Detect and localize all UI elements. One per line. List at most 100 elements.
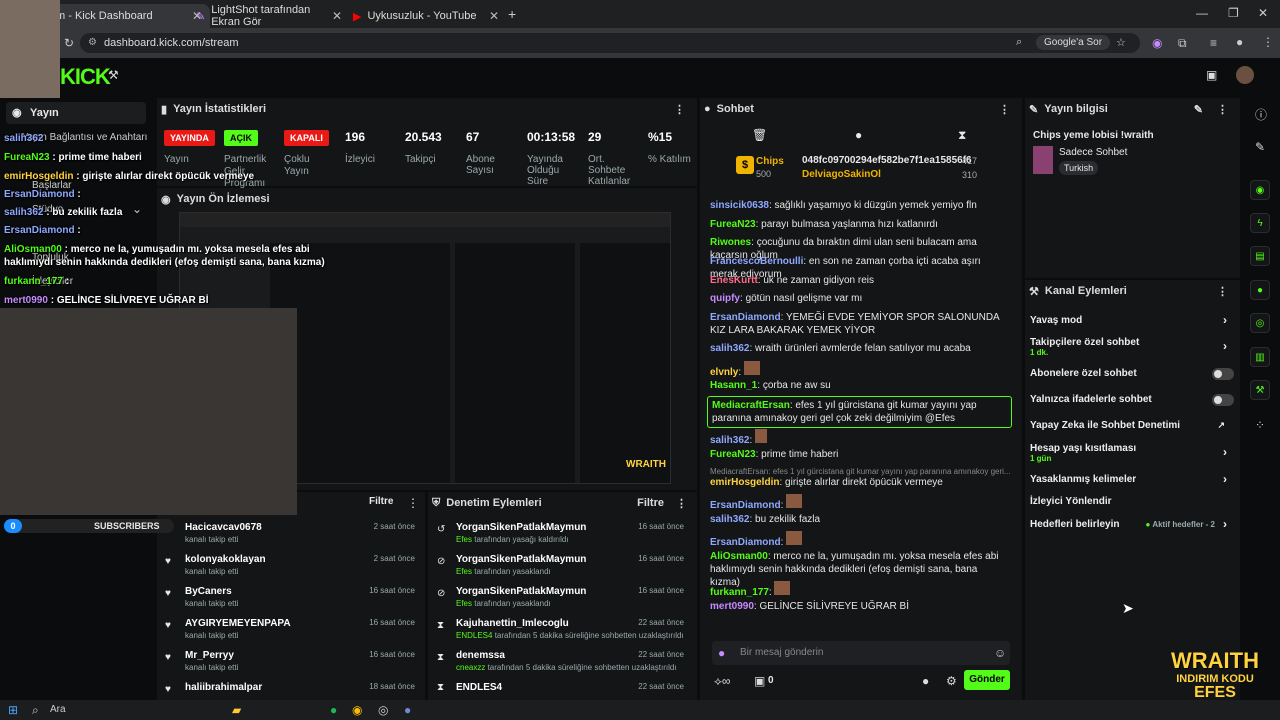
reading-list-icon[interactable]: ≡ [1210, 36, 1217, 50]
banned-words-item[interactable]: Yasaklanmış kelimeler › [1030, 472, 1235, 486]
timeout-icon: ⧗ [437, 652, 445, 663]
url-field[interactable]: ⚙ dashboard.kick.com/stream ⌕ Google'a S… [80, 33, 1140, 53]
profile-icon[interactable]: ● [1236, 35, 1243, 49]
extension-icon[interactable]: ◉ [1152, 36, 1162, 50]
more-icon[interactable]: ⋮ [676, 497, 687, 510]
kick-logo[interactable]: KICK [60, 64, 111, 90]
chat-input[interactable]: ● Bir mesaj gönderin ☺ [712, 641, 1010, 665]
sidebar-item-stream[interactable]: ◉ Yayın [6, 102, 146, 124]
more-icon[interactable]: ⋮ [407, 496, 419, 510]
subscribers-only-toggle[interactable] [1212, 368, 1234, 380]
tag-chip[interactable]: Turkish [1059, 161, 1099, 175]
preview-toolbar [180, 213, 670, 227]
lightning-icon[interactable]: ϟ [1250, 213, 1270, 233]
wrench-icon[interactable]: ⚒ [1250, 380, 1270, 400]
menu-dots-icon[interactable]: ⋮ [1262, 35, 1274, 49]
pencil-icon[interactable]: ✎ [1255, 140, 1265, 154]
tab-youtube[interactable]: ▶ Uykusuzluk - YouTube ✕ [345, 4, 507, 28]
status-badge: YAYINDA [164, 130, 215, 146]
window-close-icon[interactable]: ✕ [1258, 6, 1268, 20]
goals-status: ● Aktif hedefler - 2 [1145, 520, 1215, 529]
minimize-icon[interactable]: — [1196, 6, 1208, 20]
pencil-icon[interactable]: ✎ [1194, 103, 1203, 116]
document-icon[interactable]: ▤ [1250, 246, 1270, 266]
send-button[interactable]: Gönder [964, 670, 1010, 690]
file-explorer-icon[interactable]: ▰ [232, 703, 241, 717]
filter-button[interactable]: Filtre [369, 496, 393, 507]
points-icon[interactable]: ⟡∞ [714, 674, 731, 689]
list-item: ⧗ Kajuhanettin_Imlecoglu ENDLES4 tarafında… [437, 618, 684, 640]
gear-icon[interactable]: ⚙ [946, 674, 957, 688]
more-icon[interactable]: ⋮ [999, 103, 1010, 116]
chat-settings-icon[interactable]: ● [922, 674, 929, 688]
hammer-icon[interactable]: ⚒ [108, 68, 119, 82]
tab-lightshot[interactable]: ✎ LightShot tarafından Ekran Gör ✕ [188, 4, 350, 28]
list-item: ⧗ denemssa cneaxzz tarafından 5 dakika sür… [437, 650, 684, 672]
chrome-icon[interactable]: ◉ [352, 703, 362, 717]
close-icon[interactable]: ✕ [332, 9, 342, 23]
stat-followers: 20.543 Takipçi [405, 130, 442, 165]
bookmark-star-icon[interactable]: ☆ [1116, 36, 1126, 49]
broadcast-icon[interactable]: ◎ [1250, 313, 1270, 333]
tab-label: m - Kick Dashboard [56, 10, 153, 22]
subscribers-only-item[interactable]: Abonelere özel sohbet [1030, 368, 1235, 379]
heart-icon: ♥ [165, 588, 171, 599]
external-link-icon: ↗ [1217, 420, 1225, 430]
more-icon[interactable]: ⋮ [1217, 103, 1228, 116]
more-icon[interactable]: ⋮ [1217, 285, 1228, 298]
filter-button[interactable]: Filtre [637, 497, 664, 509]
tab-label: LightShot tarafından Ekran Gör [211, 4, 311, 28]
slow-mode-item[interactable]: Yavaş mod › [1030, 313, 1235, 327]
chat-message: emirHosgeldin: girişte alırlar direkt öp… [710, 477, 943, 488]
panel-title: Yayın bilgisi [1044, 103, 1108, 115]
zoom-icon[interactable]: ⌕ [1016, 36, 1022, 49]
site-info-icon[interactable]: ⚙ [88, 37, 97, 48]
panel-title: Yayın İstatistikleri [173, 103, 266, 115]
chevron-down-icon[interactable]: ⌄ [132, 202, 142, 216]
panel-title: Sohbet [716, 103, 754, 115]
raid-viewers-item[interactable]: İzleyici Yönlendir [1030, 496, 1235, 507]
hourglass-icon[interactable]: ⧗ [958, 128, 966, 143]
mic-icon[interactable]: ● [718, 646, 725, 660]
account-age-item[interactable]: Hesap yaşı kısıtlaması 1 gün › [1030, 443, 1235, 463]
emote-icon [786, 494, 803, 508]
feather-icon: ✎ [196, 10, 206, 23]
chat-bubble-icon[interactable]: ● [855, 128, 862, 142]
list-item: ♥ Mr_Perryy kanalı takip etti 16 saat önce [165, 650, 415, 672]
camera-icon[interactable]: ◉ [1250, 180, 1270, 200]
maximize-icon[interactable]: ❐ [1228, 6, 1239, 20]
google-ask-button[interactable]: Google'a Sor [1036, 35, 1111, 50]
spotify-icon[interactable]: ● [330, 703, 337, 717]
taskbar-search-label[interactable]: Ara [50, 704, 66, 715]
set-goals-item[interactable]: Hedefleri belirleyin ● Aktif hedefler - 2… [1030, 517, 1235, 531]
notifications-icon[interactable]: ▣ [1206, 68, 1217, 82]
avatar[interactable] [1236, 66, 1254, 84]
emote-only-item[interactable]: Yalnızca ifadelerle sohbet [1030, 394, 1235, 405]
search-icon[interactable]: ⌕ [32, 703, 39, 718]
more-icon[interactable]: ⋮ [674, 103, 685, 116]
emote-only-toggle[interactable] [1212, 394, 1234, 406]
server-icon[interactable]: ▥ [1250, 347, 1270, 367]
category-name[interactable]: Sadece Sohbet [1059, 147, 1127, 158]
nodes-icon[interactable]: ⁘ [1255, 418, 1265, 432]
followers-only-item[interactable]: Takipçilere özel sohbet 1 dk. › [1030, 337, 1235, 357]
ai-moderation-item[interactable]: Yapay Zeka ile Sohbet Denetimi ↗ [1030, 420, 1235, 431]
emoji-icon[interactable]: ☺ [994, 646, 1006, 660]
discord-icon[interactable]: ● [404, 703, 411, 717]
list-item: ↺ YorganSikenPatlakMaymun Efes tarafından … [437, 522, 684, 544]
windows-icon[interactable]: ⊞ [8, 703, 18, 717]
tab-kick-dashboard[interactable]: m - Kick Dashboard ✕ [48, 4, 210, 28]
top-wallet-count: 417 [962, 156, 978, 166]
chat-icon[interactable]: ● [1250, 280, 1270, 300]
new-tab-icon[interactable]: + [508, 6, 516, 22]
obs-icon[interactable]: ◎ [378, 703, 388, 717]
info-icon[interactable]: ⓘ [1255, 106, 1267, 123]
list-item: ⧗ ENDLES4 22 saat önce [437, 682, 684, 693]
reload-icon[interactable]: ↻ [64, 36, 74, 50]
puzzle-icon[interactable]: ⧉ [1178, 36, 1187, 51]
subscribers-label: SUBSCRIBERS [94, 521, 160, 531]
trash-icon[interactable]: 🗑 [752, 128, 767, 142]
gift-icon[interactable]: ▣ [754, 674, 765, 688]
shield-icon: ⛨ [432, 496, 441, 509]
close-icon[interactable]: ✕ [489, 9, 499, 23]
